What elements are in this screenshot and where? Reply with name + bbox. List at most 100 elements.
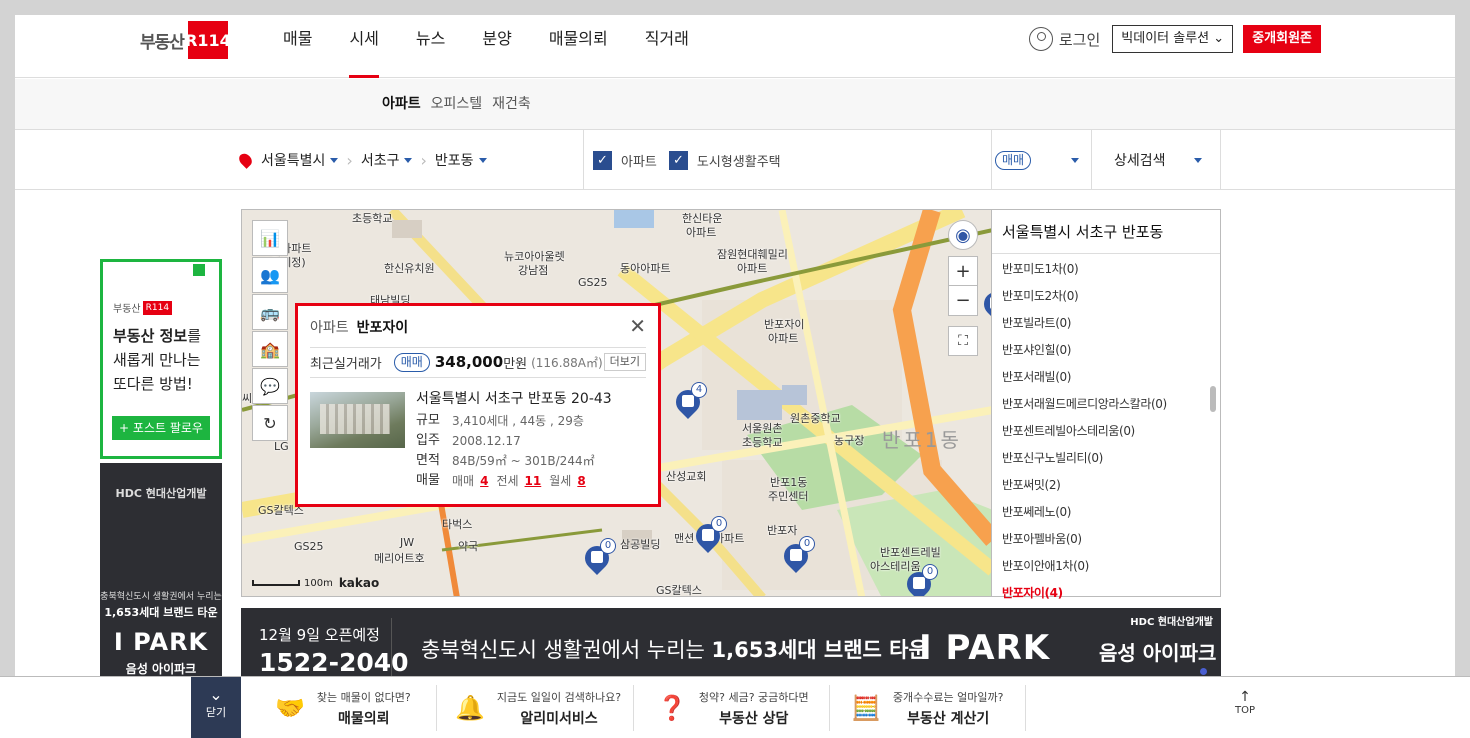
list-item[interactable]: 반포미도1차(0) [1002, 256, 1220, 283]
map-marker[interactable]: 0 [691, 516, 727, 553]
tab-officetel[interactable]: 오피스텔 [431, 79, 483, 130]
calculator-icon: 🧮 [851, 694, 881, 722]
comment-tool-icon[interactable]: 💬 [252, 368, 288, 404]
my-location-icon[interactable]: ◉ [948, 220, 978, 250]
recent-price-label: 최근실거래가 [310, 356, 382, 372]
caret-down-icon[interactable] [478, 157, 487, 163]
trade-type-select[interactable]: 매매 [995, 130, 1087, 190]
quick-consult[interactable]: ❓ 청약? 세금? 궁금하다면 부동산 상담 [657, 677, 809, 738]
city-select[interactable]: 서울특별시 [261, 150, 325, 170]
list-header: 서울특별시 서초구 반포동 [992, 210, 1220, 254]
quick-calculator[interactable]: 🧮 중개수수료는 얼마일까? 부동산 계산기 [851, 677, 1003, 738]
tab-apartment[interactable]: 아파트 [382, 79, 421, 130]
people-tool-icon[interactable]: 👥 [252, 257, 288, 293]
dong-select[interactable]: 반포동 [435, 150, 474, 170]
quick-alert-service[interactable]: 🔔 지금도 일일이 검색하나요? 알리미서비스 [455, 677, 621, 738]
banner-indicator[interactable] [1200, 668, 1207, 675]
marker-count: 0 [600, 538, 616, 554]
global-header: 부동산 R114 매물 시세 뉴스 분양 매물의뢰 직거래 로그인 빅데이터 솔… [15, 15, 1455, 78]
ipark-side-ad[interactable]: HDC 현대산업개발 충북혁신도시 생활권에서 누리는 1,653세대 브랜드 … [100, 463, 222, 693]
marker-count: 0 [922, 564, 938, 580]
tab-reconstruction[interactable]: 재건축 [492, 79, 531, 130]
marker-count: 0 [711, 516, 727, 532]
price-unit: 만원 [503, 356, 528, 372]
menu-item-price[interactable]: 시세 [349, 15, 380, 78]
list-item[interactable]: 반포서래빌(0) [1002, 364, 1220, 391]
chart-tool-icon[interactable]: 📊 [252, 220, 288, 256]
map-label: 동아아파트 [620, 262, 671, 275]
apartment-list: 반포미도1차(0) 반포미도2차(0) 반포빌라트(0) 반포샤인힐(0) 반포서래빌(… [992, 254, 1220, 607]
post-follow-button[interactable]: + 포스트 팔로우 [112, 416, 210, 440]
list-item[interactable]: 반포써밋(2) [1002, 472, 1220, 499]
school-tool-icon[interactable]: 🏫 [252, 331, 288, 367]
site-logo[interactable]: 부동산 R114 [140, 21, 231, 59]
scrollbar[interactable] [1210, 386, 1216, 412]
map-marker[interactable]: 4 [671, 382, 707, 419]
login-button[interactable]: 로그인 [1028, 27, 1100, 51]
ad-logo: 부동산 R114 [113, 300, 173, 315]
more-button[interactable]: 더보기 [603, 353, 646, 371]
map-label: 초등학교 [352, 212, 393, 225]
map-marker[interactable]: 0 [779, 536, 815, 573]
list-item[interactable]: 반포미도2차(0) [1002, 283, 1220, 310]
caret-down-icon[interactable] [404, 157, 413, 163]
checkbox-urban-housing[interactable]: ✓ [668, 150, 688, 170]
scroll-top-button[interactable]: ↑ TOP [1235, 689, 1255, 716]
list-item[interactable]: 반포아펠바움(0) [1002, 526, 1220, 553]
list-item[interactable]: 반포센트레빌아스테리움(0) [1002, 418, 1220, 445]
agent-zone-button[interactable]: 중개회원존 [1243, 25, 1321, 53]
map-marker[interactable]: 0 [902, 564, 938, 596]
map-label: 삼공빌딩 [620, 538, 661, 551]
wolse-count-link[interactable]: 8 [577, 471, 585, 491]
sale-count-link[interactable]: 4 [480, 471, 488, 491]
banner-name: 음성 아이파크 [1099, 641, 1217, 665]
menu-item-listing[interactable]: 매물 [283, 15, 312, 78]
list-item[interactable]: 반포신구노빌리티(0) [1002, 445, 1220, 472]
close-label: 닫기 [205, 706, 227, 719]
info-label: 입주 [416, 433, 440, 448]
jeonse-count-link[interactable]: 11 [525, 471, 542, 491]
menu-item-news[interactable]: 뉴스 [416, 15, 445, 78]
question-bubble-icon: ❓ [657, 694, 687, 722]
menu-item-request[interactable]: 매물의뢰 [549, 15, 608, 78]
ad-line: 1,653세대 브랜드 타운 [104, 606, 218, 619]
property-type-checks: ✓ 아파트 ✓ 도시형생활주택 [593, 130, 793, 190]
quick-request-listing[interactable]: 🤝 찾는 매물이 없다면? 매물의뢰 [275, 677, 411, 738]
bigdata-dropdown[interactable]: 빅데이터 솔루션 ⌄ [1112, 25, 1234, 53]
ipark-banner-ad[interactable]: 12월 9일 오픈예정 1522-2040 충북혁신도시 생활권에서 누리는 1… [241, 608, 1221, 685]
list-item[interactable]: 반포샤인힐(0) [1002, 337, 1220, 364]
list-item[interactable]: 반포이안애1차(0) [1002, 553, 1220, 580]
list-item[interactable]: 반포쎄레노(0) [1002, 499, 1220, 526]
post-follow-ad[interactable]: 부동산 R114 부동산 정보를 새롭게 만나는 또다른 방법! + 포스트 팔로… [100, 259, 222, 459]
fullscreen-icon[interactable]: ⛶ [948, 326, 978, 356]
map-provider: kakao [338, 576, 380, 590]
zoom-out-icon[interactable]: − [948, 286, 978, 316]
map-label: 메리어트호 [374, 552, 425, 565]
marker-count: 0 [799, 536, 815, 552]
apartment-thumbnail[interactable] [310, 392, 405, 448]
close-bar-button[interactable]: ⌄ 닫기 [191, 677, 241, 738]
chevron-down-icon: ⌄ [209, 685, 223, 704]
transit-tool-icon[interactable]: 🚌 [252, 294, 288, 330]
caret-down-icon[interactable] [330, 157, 339, 163]
scale-label: 100m [304, 577, 333, 589]
detail-search-select[interactable]: 상세검색 [1114, 130, 1210, 190]
menu-item-presale[interactable]: 분양 [482, 15, 511, 78]
list-item[interactable]: 반포서래월드메르디앙라스칼라(0) [1002, 391, 1220, 418]
handshake-icon: 🤝 [275, 694, 305, 722]
checkbox-apartment-label: 아파트 [621, 154, 657, 170]
recent-price-row: 최근실거래가 매매 348,000 만원 (116.88A㎡) 더보기 [310, 347, 646, 372]
list-item[interactable]: 반포빌라트(0) [1002, 310, 1220, 337]
zoom-in-icon[interactable]: + [948, 256, 978, 286]
menu-item-direct[interactable]: 직거래 [645, 15, 689, 78]
map-marker[interactable]: 0 [580, 538, 616, 575]
ad-brand: HDC 현대산업개발 [115, 487, 207, 500]
close-icon[interactable]: ✕ [629, 316, 646, 336]
list-item[interactable]: 반포자이(4) [1002, 580, 1220, 607]
checkbox-apartment[interactable]: ✓ [593, 150, 612, 170]
info-label: 면적 [416, 453, 440, 468]
sale-label: 매매 [452, 474, 475, 488]
wolse-label: 월세 [549, 474, 572, 488]
district-select[interactable]: 서초구 [361, 150, 400, 170]
refresh-icon[interactable]: ↻ [252, 405, 288, 441]
